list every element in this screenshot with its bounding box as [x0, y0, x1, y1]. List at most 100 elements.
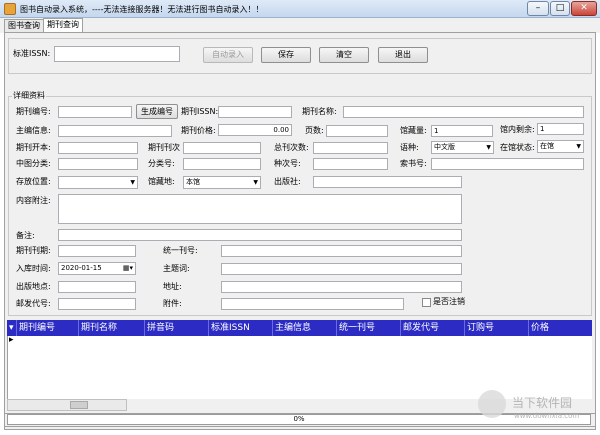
clc-label: 中图分类: — [16, 159, 51, 168]
total-issue-input[interactable] — [313, 142, 388, 154]
chevron-down-icon: ▼ — [130, 179, 135, 186]
kind-label: 种次号: — [274, 159, 301, 168]
attach-label: 附件: — [163, 299, 182, 308]
journal-name-input[interactable] — [343, 106, 584, 118]
scrollbar-thumb[interactable] — [70, 401, 88, 409]
sort-icon: ▾ — [9, 323, 14, 333]
watermark-url: www.downxia.com — [514, 412, 580, 420]
address-label: 地址: — [163, 282, 182, 291]
pub-place-input[interactable] — [58, 281, 136, 293]
tab-strip — [0, 18, 600, 33]
price-label: 期刊价格: — [181, 126, 216, 135]
watermark-name: 当下软件园 — [512, 396, 573, 410]
editor-input[interactable] — [58, 125, 172, 137]
title-bar: 图书自动录入系统，----无法连接服务器！无法进行图书自动录入！！ – □ ✕ — [0, 0, 600, 18]
status-value: 在馆 — [540, 142, 554, 150]
language-label: 语种: — [400, 143, 419, 152]
location-label: 存放位置: — [16, 177, 51, 186]
save-button[interactable]: 保存 — [261, 47, 311, 63]
grid-col-pinyin[interactable]: 拼音码 — [145, 320, 209, 336]
library-value: 本馆 — [186, 178, 200, 186]
call-no-input[interactable] — [431, 158, 584, 170]
period-input[interactable] — [58, 245, 136, 257]
library-label: 馆藏地: — [148, 177, 175, 186]
issn-field-input[interactable] — [218, 106, 292, 118]
subject-label: 主题词: — [163, 264, 190, 273]
remark-input[interactable] — [58, 229, 462, 241]
total-issue-label: 总刊次数: — [274, 143, 309, 152]
grid-col-unified[interactable]: 统一刊号 — [337, 320, 401, 336]
postal-label: 邮发代号: — [16, 299, 51, 308]
category-label: 分类号: — [148, 159, 175, 168]
window-title: 图书自动录入系统，----无法连接服务器！无法进行图书自动录入！！ — [20, 5, 264, 14]
subject-input[interactable] — [221, 263, 462, 275]
grid-col-journal-name[interactable]: 期刊名称 — [79, 320, 145, 336]
language-value: 中文版 — [434, 143, 455, 151]
location-select[interactable]: ▼ — [58, 176, 138, 189]
editor-label: 主编信息: — [16, 126, 51, 135]
entry-date-value: 2020-01-15 — [61, 264, 102, 272]
kind-input[interactable] — [313, 158, 388, 170]
exit-button[interactable]: 退出 — [378, 47, 428, 63]
call-no-label: 索书号: — [400, 159, 427, 168]
issn-field-label: 期刊ISSN: — [181, 107, 219, 116]
tab-book-query[interactable]: 图书查询 — [4, 19, 44, 33]
chevron-down-icon: ▼ — [576, 143, 581, 150]
issn-label: 标准ISSN: — [13, 49, 51, 58]
unified-input[interactable] — [221, 245, 462, 257]
status-select[interactable]: 在馆 ▼ — [537, 140, 584, 153]
language-select[interactable]: 中文版 ▼ — [431, 141, 494, 154]
entry-date-picker[interactable]: 2020-01-15 ▦▾ — [58, 262, 136, 275]
cancel-checkbox[interactable] — [422, 298, 431, 307]
issue-label: 期刊刊次 — [148, 143, 180, 152]
journal-name-label: 期刊名称: — [302, 107, 337, 116]
publisher-input[interactable] — [313, 176, 462, 188]
grid-col-journal-no[interactable]: 期刊编号 — [17, 320, 79, 336]
minimize-button[interactable]: – — [527, 1, 549, 16]
grid-indicator-col: ▾ — [7, 320, 17, 336]
watermark: 当下软件园 www.downxia.com — [474, 388, 594, 428]
entry-date-label: 入库时间: — [16, 264, 51, 273]
watermark-logo-icon — [478, 390, 506, 418]
generate-number-button[interactable]: 生成编号 — [136, 104, 178, 119]
pages-input[interactable] — [326, 125, 388, 137]
period-label: 期刊刊期: — [16, 246, 51, 255]
category-input[interactable] — [183, 158, 261, 170]
library-select[interactable]: 本馆 ▼ — [183, 176, 261, 189]
progress-text: 0% — [293, 415, 305, 423]
publisher-label: 出版社: — [274, 177, 301, 186]
pages-label: 页数: — [305, 126, 324, 135]
grid-col-issn[interactable]: 标准ISSN — [209, 320, 273, 336]
calendar-icon[interactable]: ▦▾ — [123, 263, 133, 273]
grid-col-editor[interactable]: 主编信息 — [273, 320, 337, 336]
details-group-label: 详细资料 — [12, 91, 46, 101]
clc-input[interactable] — [58, 158, 138, 170]
grid-col-order[interactable]: 订购号 — [465, 320, 529, 336]
notes-textarea[interactable] — [58, 194, 462, 224]
chevron-down-icon: ▼ — [486, 144, 491, 151]
clear-button[interactable]: 清空 — [319, 47, 369, 63]
grid-col-price[interactable]: 价格 — [529, 320, 592, 336]
close-button[interactable]: ✕ — [571, 1, 597, 16]
postal-input[interactable] — [58, 298, 136, 310]
auto-entry-button[interactable]: 自动录入 — [203, 47, 253, 63]
tab-journal-query[interactable]: 期刊查询 — [43, 18, 83, 33]
maximize-button[interactable]: □ — [550, 1, 570, 16]
attach-input[interactable] — [221, 298, 404, 310]
holdings-input[interactable]: 1 — [431, 125, 493, 137]
notes-label: 内容附注: — [16, 196, 51, 205]
status-label: 在馆状态: — [500, 143, 535, 152]
journal-no-label: 期刊编号: — [16, 107, 51, 116]
remark-label: 备注: — [16, 231, 35, 240]
address-input[interactable] — [221, 281, 462, 293]
issue-input[interactable] — [183, 142, 261, 154]
journal-no-input[interactable] — [58, 106, 132, 118]
issn-input[interactable] — [54, 46, 180, 62]
format-label: 期刊开本: — [16, 143, 51, 152]
pub-place-label: 出版地点: — [16, 282, 51, 291]
format-input[interactable] — [58, 142, 138, 154]
grid-col-postal[interactable]: 邮发代号 — [401, 320, 465, 336]
price-input[interactable]: 0.00 — [218, 124, 292, 136]
remaining-input[interactable]: 1 — [537, 123, 584, 135]
horizontal-scrollbar[interactable] — [7, 399, 127, 411]
